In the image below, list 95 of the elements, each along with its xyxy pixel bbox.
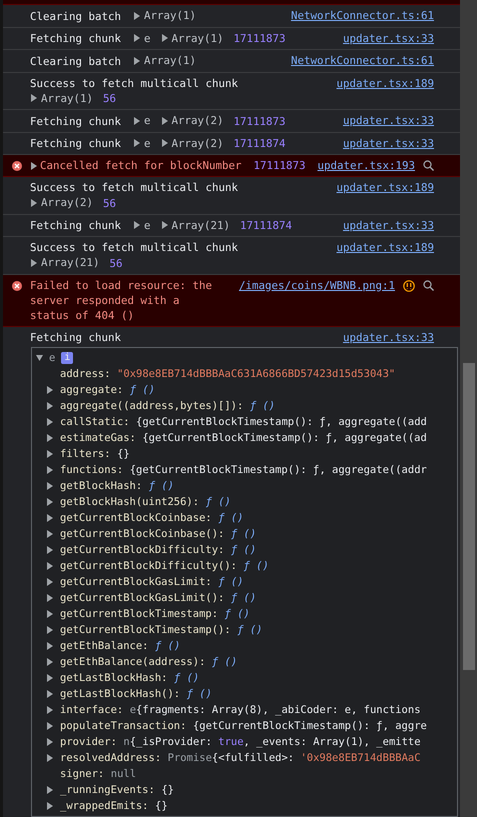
object-preview[interactable]: Array(1) [41,90,94,106]
message-text: Failed to load resource: the server responded with a status of 404 () [30,278,212,322]
source-link[interactable]: updater.tsx:189 [336,240,434,255]
property-row[interactable]: _wrappedEmits: {} [60,798,168,814]
expand-triangle-icon[interactable] [133,221,140,229]
expand-triangle-icon[interactable] [160,116,168,124]
message-text: Clearing batch [30,10,122,22]
expand-triangle-icon[interactable] [30,258,37,266]
object-preview[interactable]: e [144,218,151,232]
property-row[interactable]: interface: e{fragments: Array(8), _abiCoder: e, functions [60,702,421,718]
number-value: 17111873 [254,159,306,172]
message-text: Fetching chunk [30,219,122,232]
source-link[interactable]: NetworkConnector.ts:61 [290,8,434,23]
expand-triangle-icon[interactable] [30,94,37,102]
object-preview[interactable]: Array(1) [172,30,224,46]
property-row[interactable]: getCurrentBlockGasLimit: ƒ () [60,574,244,590]
property-row[interactable]: getEthBalance: ƒ () [60,638,180,654]
message-text: Clearing batch [30,54,122,68]
property-row[interactable]: estimateGas: {getCurrentBlockTimestamp(): ƒ, aggregate((ad [60,430,427,446]
number-value: 56 [103,92,116,105]
object-preview[interactable]: Array(1) [144,53,196,68]
property-row[interactable]: getCurrentBlockTimestamp: ƒ () [60,606,250,622]
message-text: Success to fetch multicall chunk [30,241,238,254]
number-value: 56 [110,256,123,270]
object-preview[interactable]: Array(21) [41,255,100,270]
source-link[interactable]: updater.tsx:33 [342,218,434,232]
object-preview[interactable]: Array(2) [172,113,224,128]
number-value: 17111874 [240,219,292,232]
object-preview[interactable]: e [144,113,151,128]
source-link[interactable]: updater.tsx:189 [336,76,434,90]
source-link[interactable]: NetworkConnector.ts:61 [290,53,434,68]
error-icon [12,161,22,171]
property-row[interactable]: getCurrentBlockDifficulty: ƒ () [60,542,256,558]
error-icon [12,280,22,290]
scrollbar-thumb[interactable] [462,363,474,670]
source-link[interactable]: updater.tsx:193 [317,158,415,173]
expand-triangle-icon[interactable] [133,12,140,20]
property-row[interactable]: functions: {getCurrentBlockTimestamp(): ƒ, aggregate((addr [60,462,427,478]
property-row[interactable]: getEthBalance(address): ƒ () [60,654,238,670]
message-text: Fetching chunk [30,114,122,128]
property-row[interactable]: getCurrentBlockGasLimit(): ƒ () [60,590,256,606]
property-row[interactable]: populateTransaction: {getCurrentBlockTimestamp(): ƒ, aggre [60,718,427,734]
source-link[interactable]: updater.tsx:189 [336,180,434,195]
number-value: 56 [103,196,116,210]
property-row[interactable]: provider: n{_isProvider: true, _events: Array(1), _emitte [60,734,421,750]
property-row[interactable]: getLastBlockHash(): ƒ () [60,686,212,702]
expand-triangle-icon[interactable] [133,34,140,42]
expand-triangle-icon[interactable] [30,162,37,170]
search-icon[interactable] [423,160,434,171]
property-row[interactable]: filters: {} [60,446,130,462]
message-text: Success to fetch multicall chunk [30,76,238,90]
message-text: Fetching chunk [30,330,122,344]
object-preview[interactable]: Array(2) [41,195,94,210]
source-link[interactable]: /images/coins/WBNB.png:1 [238,278,395,292]
property-row-text: address: "0x98e8EB714dBBBAaC631A6866BD57423d15d53043" [60,366,396,382]
message-text: Cancelled fetch for blockNumber [40,159,242,172]
source-link[interactable]: updater.tsx:33 [342,136,434,150]
expand-triangle-icon[interactable] [30,198,37,206]
issue-badge-icon[interactable] [403,280,415,292]
object-preview[interactable]: Array(1) [144,8,196,23]
expand-triangle-icon[interactable] [133,116,140,124]
source-link[interactable]: updater.tsx:33 [342,30,434,46]
number-value: 17111874 [234,137,286,150]
property-row[interactable]: getCurrentBlockTimestamp(): ƒ () [60,622,262,638]
object-preview[interactable]: e [144,136,151,150]
property-row[interactable]: getBlockHash: ƒ () [60,478,174,494]
message-text: Fetching chunk [30,32,122,45]
source-link[interactable]: updater.tsx:33 [342,113,434,128]
expand-triangle-icon[interactable] [133,56,140,64]
object-preview[interactable]: e [144,30,151,46]
expand-triangle-icon[interactable] [160,139,168,147]
message-text: Success to fetch multicall chunk [30,181,238,194]
property-row[interactable]: _runningEvents: {} [60,782,174,798]
property-row[interactable]: getCurrentBlockDifficulty(): ƒ () [60,558,269,574]
property-row[interactable]: aggregate((address,bytes)[]): ƒ () [60,398,276,414]
collapse-triangle-icon[interactable] [36,354,43,362]
message-text: Fetching chunk [30,137,122,150]
expand-triangle-icon[interactable] [160,34,168,42]
object-preview[interactable]: Array(2) [172,136,224,150]
property-row[interactable]: callStatic: {getCurrentBlockTimestamp(): ƒ, aggregate((add [60,414,427,430]
number-value: 17111873 [234,114,286,128]
property-row[interactable]: aggregate: ƒ () [60,382,156,398]
property-row[interactable]: getBlockHash(uint256): ƒ () [60,494,231,510]
property-row[interactable]: getCurrentBlockCoinbase(): ƒ () [60,526,256,542]
property-row[interactable]: getLastBlockHash: ƒ () [60,670,200,686]
search-icon[interactable] [423,280,434,290]
expand-triangle-icon[interactable] [133,139,140,147]
object-name[interactable]: e [49,350,56,366]
property-row[interactable]: resolvedAddress: Promise{<fulfilled>: '0x98e8EB714dBBBAaC [60,750,421,766]
source-link[interactable]: updater.tsx:33 [342,330,434,344]
property-row[interactable]: getCurrentBlockCoinbase: ƒ () [60,510,244,526]
expand-triangle-icon[interactable] [160,221,168,229]
object-preview[interactable]: Array(21) [172,218,230,232]
number-value: 17111873 [234,32,286,45]
property-row-text: signer: null [60,766,136,782]
